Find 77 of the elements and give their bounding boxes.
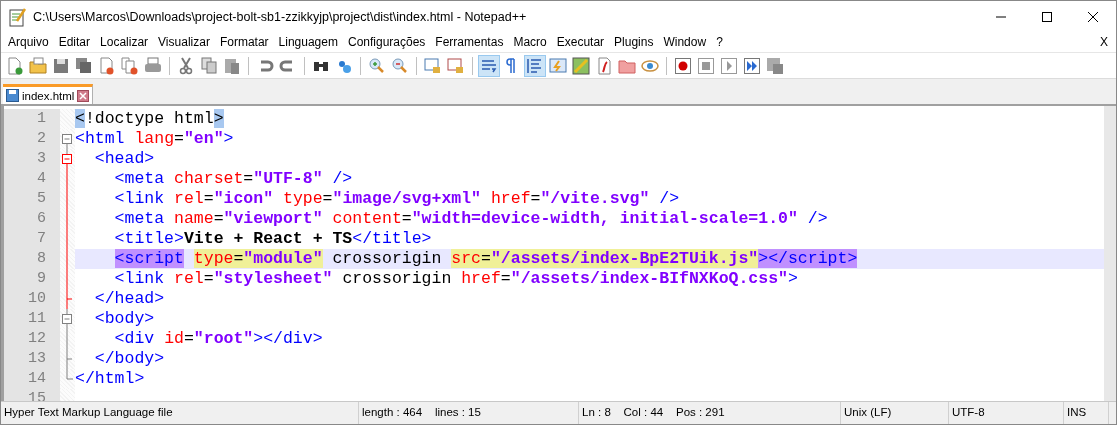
fold-margin — [60, 109, 75, 129]
line-number: 12 — [4, 329, 60, 349]
window-lock-icon — [446, 55, 466, 76]
code-line: </body> — [93, 349, 166, 369]
menu-item[interactable]: Arquivo — [3, 35, 54, 49]
menu-item[interactable]: Editar — [53, 35, 96, 49]
menu-item[interactable]: Plugins — [609, 35, 659, 49]
file-tab[interactable]: index.html — [3, 84, 94, 104]
status-text: Unix (LF) — [841, 402, 949, 424]
status-text: INS — [1064, 402, 1109, 424]
notepad-icon — [9, 6, 27, 27]
code-line: <html lang="en"> — [75, 129, 235, 149]
code-line: <meta name="viewport" content="width=device-width, initial-scale=1.0" /> — [113, 209, 829, 229]
line-number: 11 — [4, 309, 60, 329]
status-text: Hyper Text Markup Language file — [1, 402, 359, 424]
close-icon[interactable] — [1087, 10, 1099, 23]
line-number: 5 — [4, 189, 60, 209]
close-document-button[interactable]: X — [1100, 35, 1108, 49]
code-line: <div id="root"></div> — [113, 329, 324, 349]
code-line: <link rel="stylesheet" crossorigin href="/assets/index-BIfNXKoQ.css"> — [113, 269, 799, 289]
code-line: <!doctype html> — [75, 109, 225, 129]
line-number: 7 — [4, 229, 60, 249]
menu-item[interactable]: Formatar — [214, 35, 274, 49]
fold-marker-icon[interactable] — [62, 134, 72, 149]
save-all-icon — [74, 55, 94, 76]
folder-icon — [28, 55, 48, 76]
save-icon — [6, 89, 19, 102]
tab-close-icon[interactable] — [77, 89, 90, 102]
line-number: 3 — [4, 149, 60, 169]
code-line: </html> — [75, 369, 146, 389]
copy-button[interactable] — [198, 54, 220, 77]
line-number: 4 — [4, 169, 60, 189]
code-line: </head> — [93, 289, 166, 309]
map-icon — [571, 55, 591, 76]
record-icon — [673, 55, 693, 76]
menu-item[interactable]: Window — [658, 35, 712, 49]
menu-item[interactable]: Configurações — [342, 35, 431, 49]
save-macro-icon — [765, 55, 785, 76]
line-number: 6 — [4, 209, 60, 229]
new-file-icon — [5, 55, 25, 76]
fast-forward-icon — [742, 55, 762, 76]
menu-item[interactable]: Linguagem — [273, 35, 343, 49]
close-all-icon — [120, 55, 140, 76]
window-lock-icon — [423, 55, 443, 76]
menu-item[interactable]: ? — [711, 35, 728, 49]
maximize-icon[interactable] — [1041, 10, 1053, 23]
window-title: C:\Users\Marcos\Downloads\project-bolt-sb1-zzikkyjp\project\dist\index.html - Notepad++ — [33, 9, 528, 24]
status-text: length : 464 lines : 15 — [359, 402, 579, 424]
lightning-window-icon — [548, 55, 568, 76]
menu-item[interactable]: Executar — [551, 35, 610, 49]
code-line: <link rel="icon" type="image/svg+xml" href="/vite.svg" /> — [113, 189, 681, 209]
line-number: 2 — [4, 129, 60, 149]
line-number: 8 — [4, 249, 60, 269]
code-line: <head> — [93, 149, 156, 169]
code-line: <meta charset="UTF-8" /> — [113, 169, 354, 189]
map-button[interactable] — [570, 54, 592, 77]
indent-guide-button[interactable] — [524, 54, 546, 77]
fold-line — [66, 329, 68, 349]
code-line: <title>Vite + React + TS</title> — [113, 229, 433, 249]
code-line: <body> — [93, 309, 156, 329]
line-number: 13 — [4, 349, 60, 369]
line-number: 10 — [4, 289, 60, 309]
menu-item[interactable]: Macro — [508, 35, 552, 49]
menu-item[interactable]: Localizar — [95, 35, 154, 49]
line-number: 1 — [4, 109, 60, 129]
word-wrap-button[interactable] — [478, 54, 500, 77]
play-icon — [719, 55, 739, 76]
fold-end-line — [66, 289, 73, 309]
menu-item[interactable]: Visualizar — [153, 35, 215, 49]
folder-button[interactable] — [27, 54, 49, 77]
status-text: UTF-8 — [949, 402, 1064, 424]
menu-item[interactable]: Ferramentas — [430, 35, 509, 49]
line-number: 9 — [4, 269, 60, 289]
status-text: Ln : 8 Col : 44 Pos : 291 — [579, 402, 841, 424]
copy-icon — [199, 55, 219, 76]
line-number: 14 — [4, 369, 60, 389]
stop-icon — [696, 55, 716, 76]
